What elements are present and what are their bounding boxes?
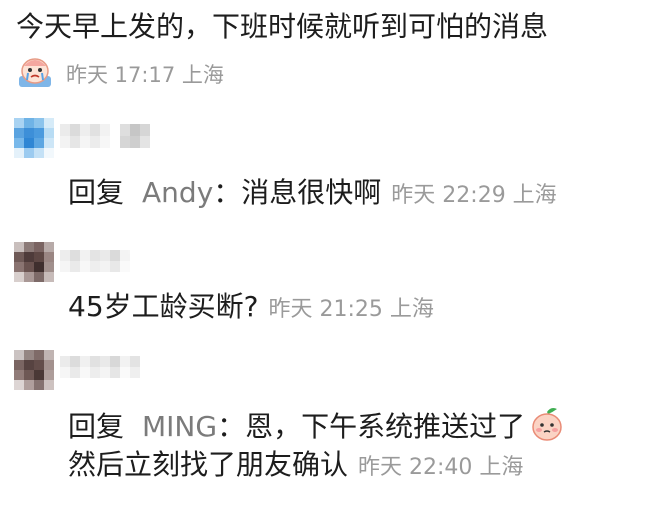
comment-3-continued: 然后立刻找了朋友确认 昨天 22:40 上海 [68,448,523,485]
comment-text: 45岁工龄买断? [68,290,259,323]
post-meta: 昨天 17:17 上海 [16,56,224,92]
crying-sticker-icon [16,56,54,92]
username[interactable] [60,356,140,378]
comment-timestamp: 昨天 21:25 上海 [268,297,434,322]
avatar[interactable] [14,118,54,158]
avatar[interactable] [14,242,54,282]
reply-colon: ： [217,410,246,443]
username[interactable] [60,124,150,148]
comment-thread: 今天早上发的，下班时候就听到可怕的消息 昨天 17:17 上海 回复 Andy … [0,0,660,512]
comment-text: 然后立刻找了朋友确认 [68,448,349,481]
reply-colon: ： [213,176,242,209]
username[interactable] [60,250,130,272]
comment-3: 回复 MING ： 恩，下午系统推送过了 [68,400,565,444]
avatar[interactable] [14,350,54,390]
comment-timestamp: 昨天 22:29 上海 [391,183,557,208]
peach-sticker-icon [529,406,565,450]
reply-username-link[interactable]: MING [142,410,217,444]
reply-username-link[interactable]: Andy [142,176,213,210]
comment-2: 45岁工龄买断? 昨天 21:25 上海 [68,290,434,327]
reply-prefix: 回复 [68,410,125,443]
comment-timestamp: 昨天 22:40 上海 [358,455,524,480]
comment-text: 恩，下午系统推送过了 [245,410,526,443]
post-text: 今天早上发的，下班时候就听到可怕的消息 [16,10,549,43]
comment-1: 回复 Andy ： 消息很快啊 昨天 22:29 上海 [68,176,557,213]
reply-prefix: 回复 [68,176,125,209]
comment-text: 消息很快啊 [241,176,382,209]
post-timestamp: 昨天 17:17 上海 [66,63,224,87]
